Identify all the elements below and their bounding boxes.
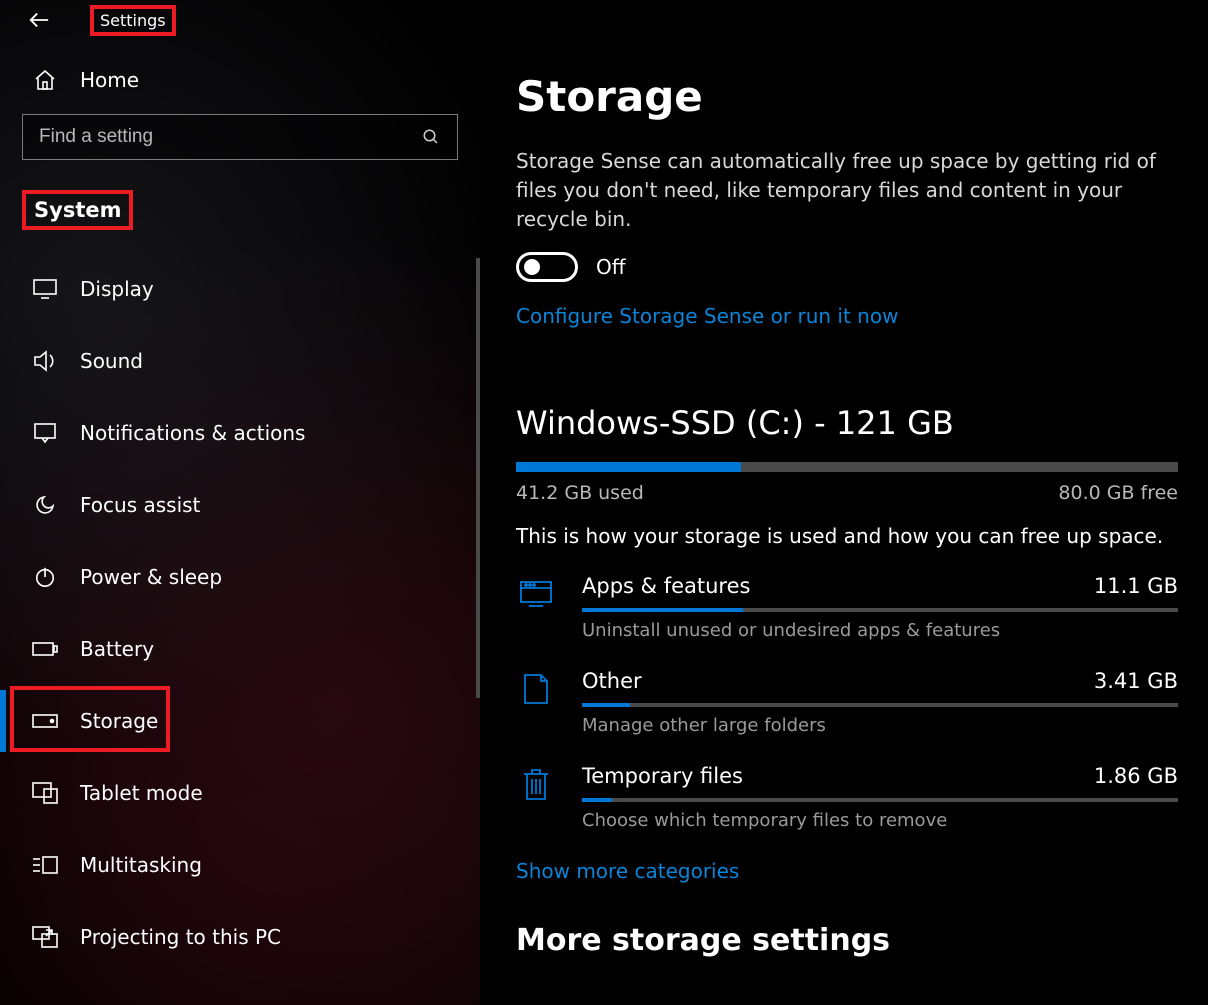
- display-icon: [32, 279, 58, 299]
- storage-sense-toggle-label: Off: [596, 255, 626, 279]
- sidebar-item-label: Multitasking: [80, 853, 202, 877]
- storage-sense-toggle[interactable]: [516, 252, 578, 282]
- storage-sense-description: Storage Sense can automatically free up …: [516, 147, 1176, 234]
- sidebar-item-storage[interactable]: Storage: [0, 690, 480, 752]
- search-wrap: [22, 114, 458, 160]
- focus-assist-icon: [32, 493, 58, 517]
- apps-icon: [516, 574, 556, 641]
- storage-icon: [32, 714, 58, 728]
- sound-icon: [32, 350, 58, 372]
- sidebar-item-label: Notifications & actions: [80, 421, 305, 445]
- app-title: Settings: [90, 5, 176, 36]
- sidebar-item-label: Sound: [80, 349, 143, 373]
- sidebar-item-focus-assist[interactable]: Focus assist: [0, 474, 480, 536]
- configure-storage-sense-link[interactable]: Configure Storage Sense or run it now: [516, 304, 898, 328]
- sidebar: Settings Home System Display: [0, 0, 480, 1005]
- back-button[interactable]: [28, 9, 50, 31]
- storage-category-apps[interactable]: Apps & features 11.1 GB Uninstall unused…: [516, 574, 1178, 641]
- page-title: Storage: [516, 72, 1178, 121]
- section-label: System: [22, 190, 133, 230]
- sidebar-item-projecting[interactable]: Projecting to this PC: [0, 906, 480, 968]
- more-storage-settings-title: More storage settings: [516, 923, 1178, 958]
- drive-hint: This is how your storage is used and how…: [516, 524, 1178, 548]
- drive-usage-bar: [516, 462, 1178, 472]
- category-label: Apps & features: [582, 574, 750, 598]
- sidebar-item-home[interactable]: Home: [0, 40, 480, 114]
- drive-meta: 41.2 GB used 80.0 GB free: [516, 482, 1178, 504]
- drive-title: Windows-SSD (C:) - 121 GB: [516, 404, 1178, 442]
- nav-scrollbar[interactable]: [476, 258, 480, 698]
- sidebar-item-sound[interactable]: Sound: [0, 330, 480, 392]
- sidebar-item-label: Power & sleep: [80, 565, 222, 589]
- category-label: Temporary files: [582, 764, 743, 788]
- notifications-icon: [32, 422, 58, 444]
- battery-icon: [32, 641, 58, 657]
- sidebar-item-label: Tablet mode: [80, 781, 203, 805]
- projecting-icon: [32, 926, 58, 948]
- power-icon: [32, 566, 58, 588]
- drive-used-label: 41.2 GB used: [516, 482, 644, 504]
- main-content: Storage Storage Sense can automatically …: [480, 0, 1208, 1005]
- sidebar-item-label: Projecting to this PC: [80, 925, 281, 949]
- sidebar-item-battery[interactable]: Battery: [0, 618, 480, 680]
- category-size: 1.86 GB: [1094, 764, 1178, 788]
- sidebar-item-multitasking[interactable]: Multitasking: [0, 834, 480, 896]
- drive-free-label: 80.0 GB free: [1058, 482, 1178, 504]
- category-sub: Choose which temporary files to remove: [582, 810, 1178, 831]
- storage-category-temp[interactable]: Temporary files 1.86 GB Choose which tem…: [516, 764, 1178, 831]
- category-sub: Uninstall unused or undesired apps & fea…: [582, 620, 1178, 641]
- search-input[interactable]: [22, 114, 458, 160]
- category-sub: Manage other large folders: [582, 715, 1178, 736]
- category-size: 3.41 GB: [1094, 669, 1178, 693]
- show-more-categories-link[interactable]: Show more categories: [516, 859, 739, 883]
- sidebar-item-label: Battery: [80, 637, 154, 661]
- trash-icon: [516, 764, 556, 831]
- sidebar-item-display[interactable]: Display: [0, 258, 480, 320]
- storage-sense-toggle-row: Off: [516, 252, 1178, 282]
- home-label: Home: [80, 68, 139, 92]
- titlebar: Settings: [0, 0, 480, 40]
- sidebar-item-tablet-mode[interactable]: Tablet mode: [0, 762, 480, 824]
- folder-icon: [516, 669, 556, 736]
- multitasking-icon: [32, 855, 58, 875]
- drive-usage-bar-fill: [516, 462, 741, 472]
- nav-list: Display Sound Notifications & actions Fo…: [0, 258, 480, 968]
- sidebar-item-label: Focus assist: [80, 493, 200, 517]
- sidebar-item-label: Display: [80, 277, 154, 301]
- tablet-mode-icon: [32, 782, 58, 804]
- sidebar-item-notifications[interactable]: Notifications & actions: [0, 402, 480, 464]
- sidebar-item-power-sleep[interactable]: Power & sleep: [0, 546, 480, 608]
- category-label: Other: [582, 669, 642, 693]
- category-size: 11.1 GB: [1094, 574, 1178, 598]
- storage-category-other[interactable]: Other 3.41 GB Manage other large folders: [516, 669, 1178, 736]
- sidebar-item-label: Storage: [80, 709, 158, 733]
- home-icon: [32, 68, 58, 92]
